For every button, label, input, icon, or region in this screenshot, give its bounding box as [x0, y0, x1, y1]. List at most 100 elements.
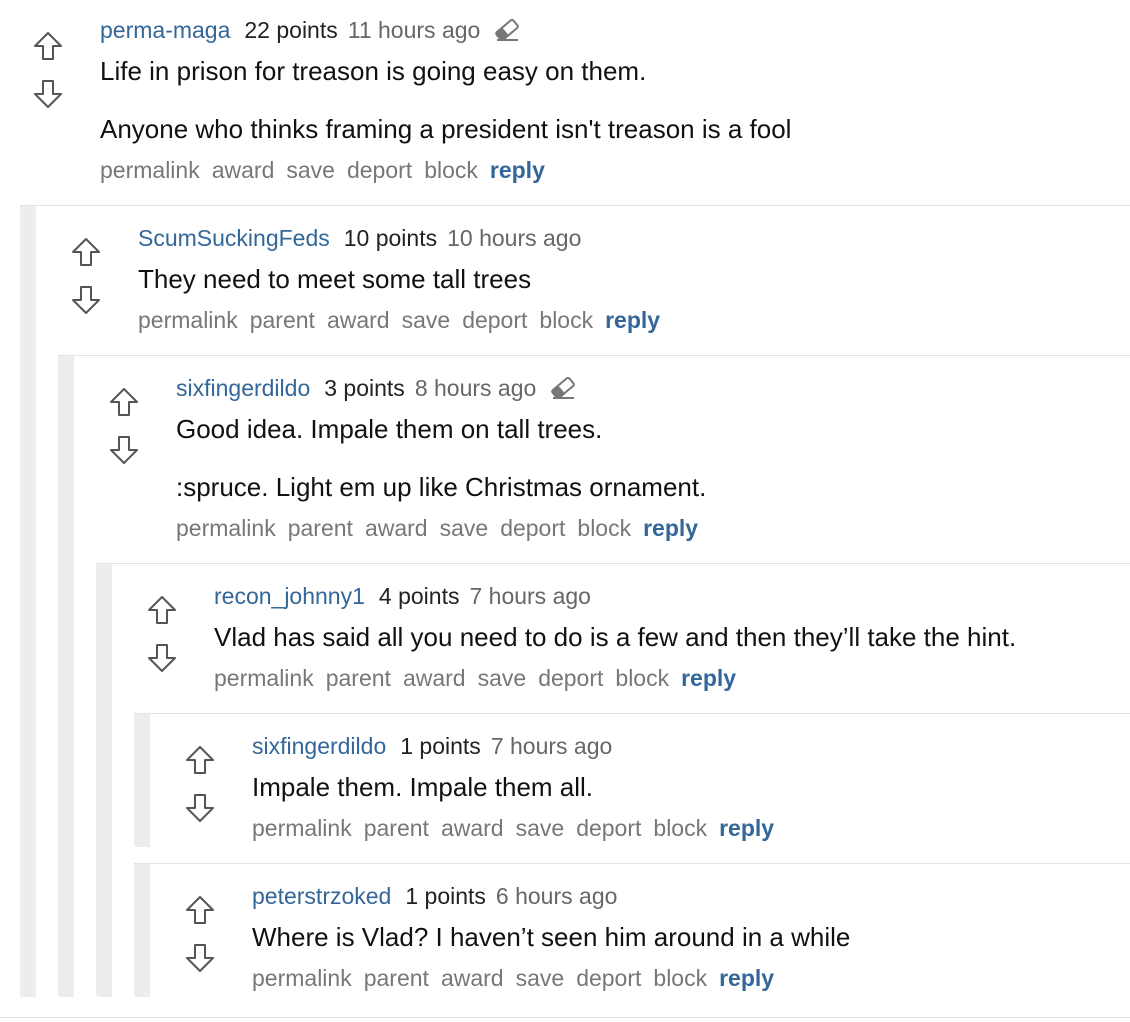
- reply-link[interactable]: reply: [681, 665, 736, 691]
- permalink-link[interactable]: permalink: [214, 665, 314, 691]
- reply-link[interactable]: reply: [719, 815, 774, 841]
- deport-link[interactable]: deport: [462, 307, 527, 333]
- thread-bar-level-3[interactable]: [96, 563, 112, 997]
- block-link[interactable]: block: [653, 965, 707, 991]
- points: 10 points: [343, 225, 438, 251]
- comment-text: Anyone who thinks framing a president is…: [100, 114, 792, 144]
- timestamp: 6 hours ago: [495, 883, 618, 909]
- award-link[interactable]: award: [403, 665, 466, 691]
- comment-text: Life in prison for treason is going easy…: [100, 56, 647, 86]
- reply-link[interactable]: reply: [719, 965, 774, 991]
- author-link[interactable]: peterstrzoked: [252, 883, 391, 909]
- downvote-icon[interactable]: [70, 284, 102, 316]
- award-link[interactable]: award: [441, 815, 504, 841]
- thread-bar-level-4b[interactable]: [134, 863, 150, 997]
- reply-link[interactable]: reply: [643, 515, 698, 541]
- downvote-icon[interactable]: [184, 792, 216, 824]
- block-link[interactable]: block: [424, 157, 478, 183]
- timestamp: 8 hours ago: [414, 375, 537, 401]
- save-link[interactable]: save: [402, 307, 451, 333]
- points: 4 points: [378, 583, 460, 609]
- save-link[interactable]: save: [440, 515, 489, 541]
- thread-bar-level-2[interactable]: [58, 355, 74, 997]
- deport-link[interactable]: deport: [576, 965, 641, 991]
- vote-arrows: [184, 744, 216, 824]
- upvote-icon[interactable]: [32, 30, 64, 62]
- downvote-icon[interactable]: [108, 434, 140, 466]
- comment-actions: permalink parent award save deport block reply: [252, 964, 786, 992]
- block-link[interactable]: block: [615, 665, 669, 691]
- deport-link[interactable]: deport: [347, 157, 412, 183]
- timestamp: 7 hours ago: [490, 733, 613, 759]
- permalink-link[interactable]: permalink: [138, 307, 238, 333]
- comment-actions: permalink parent award save deport block reply: [138, 306, 672, 334]
- deport-link[interactable]: deport: [538, 665, 603, 691]
- separator: [58, 355, 1130, 356]
- upvote-icon[interactable]: [146, 594, 178, 626]
- thread-bar-level-1[interactable]: [20, 205, 36, 997]
- reply-link[interactable]: reply: [605, 307, 660, 333]
- vote-arrows: [70, 236, 102, 316]
- downvote-icon[interactable]: [184, 942, 216, 974]
- thread-bar-level-4a[interactable]: [134, 713, 150, 847]
- comment-text: Vlad has said all you need to do is a fe…: [214, 622, 1017, 652]
- timestamp: 11 hours ago: [347, 17, 481, 43]
- award-link[interactable]: award: [212, 157, 275, 183]
- save-link[interactable]: save: [286, 157, 335, 183]
- parent-link[interactable]: parent: [364, 965, 429, 991]
- separator: [134, 863, 1130, 864]
- comment-text: They need to meet some tall trees: [138, 264, 532, 294]
- author-link[interactable]: ScumSuckingFeds: [138, 225, 330, 251]
- save-link[interactable]: save: [516, 815, 565, 841]
- points: 3 points: [324, 375, 405, 401]
- downvote-icon[interactable]: [146, 642, 178, 674]
- author-link[interactable]: recon_johnny1: [214, 583, 365, 609]
- save-link[interactable]: save: [478, 665, 527, 691]
- save-link[interactable]: save: [516, 965, 565, 991]
- vote-arrows: [108, 386, 140, 466]
- upvote-icon[interactable]: [184, 894, 216, 926]
- award-link[interactable]: award: [365, 515, 428, 541]
- block-link[interactable]: block: [577, 515, 631, 541]
- comment-text: :spruce. Light em up like Christmas orna…: [176, 472, 707, 502]
- permalink-link[interactable]: permalink: [100, 157, 200, 183]
- points: 1 points: [400, 733, 481, 759]
- comment-actions: permalink parent award save deport block reply: [214, 664, 748, 692]
- comment-text: Impale them. Impale them all.: [252, 772, 594, 802]
- separator: [20, 205, 1130, 206]
- eraser-icon: [494, 18, 520, 47]
- parent-link[interactable]: parent: [326, 665, 391, 691]
- points: 1 points: [405, 883, 486, 909]
- deport-link[interactable]: deport: [576, 815, 641, 841]
- permalink-link[interactable]: permalink: [176, 515, 276, 541]
- permalink-link[interactable]: permalink: [252, 965, 352, 991]
- reply-link[interactable]: reply: [490, 157, 545, 183]
- parent-link[interactable]: parent: [288, 515, 353, 541]
- award-link[interactable]: award: [327, 307, 390, 333]
- comment-actions: permalink parent award save deport block reply: [176, 514, 710, 542]
- downvote-icon[interactable]: [32, 78, 64, 110]
- timestamp: 10 hours ago: [447, 225, 582, 251]
- vote-arrows: [32, 30, 64, 110]
- comment-meta: sixfingerdildo 1 points 7 hours ago: [252, 732, 612, 760]
- block-link[interactable]: block: [539, 307, 593, 333]
- author-link[interactable]: sixfingerdildo: [176, 375, 310, 401]
- author-link[interactable]: perma-maga: [100, 17, 230, 43]
- upvote-icon[interactable]: [108, 386, 140, 418]
- parent-link[interactable]: parent: [364, 815, 429, 841]
- upvote-icon[interactable]: [184, 744, 216, 776]
- separator: [96, 563, 1130, 564]
- upvote-icon[interactable]: [70, 236, 102, 268]
- comment-meta: recon_johnny1 4 points 7 hours ago: [214, 582, 591, 610]
- permalink-link[interactable]: permalink: [252, 815, 352, 841]
- block-link[interactable]: block: [653, 815, 707, 841]
- timestamp: 7 hours ago: [469, 583, 591, 609]
- comment-meta: sixfingerdildo 3 points 8 hours ago: [176, 374, 576, 405]
- separator: [134, 713, 1130, 714]
- comment-meta: perma-maga 22 points 11 hours ago: [100, 16, 520, 47]
- deport-link[interactable]: deport: [500, 515, 565, 541]
- award-link[interactable]: award: [441, 965, 504, 991]
- separator: [0, 1017, 1130, 1018]
- parent-link[interactable]: parent: [250, 307, 315, 333]
- author-link[interactable]: sixfingerdildo: [252, 733, 386, 759]
